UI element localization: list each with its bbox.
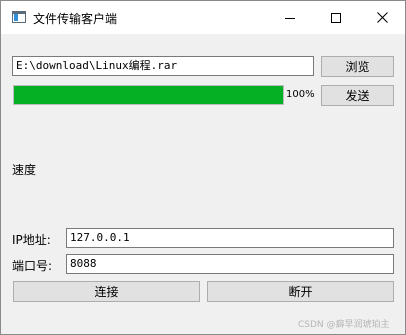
connect-button[interactable]: 连接: [13, 281, 200, 302]
app-icon: [12, 11, 26, 23]
close-button[interactable]: [359, 1, 405, 34]
progress-percent: 100%: [286, 89, 315, 100]
maximize-icon: [331, 12, 341, 23]
progress-fill: [14, 86, 283, 104]
minimize-button[interactable]: [267, 1, 313, 34]
close-icon: [376, 12, 388, 23]
window-title: 文件传输客户端: [33, 12, 118, 26]
ip-label: IP地址:: [12, 233, 51, 247]
ip-address-field[interactable]: 127.0.0.1: [66, 228, 394, 248]
speed-label: 速度: [12, 163, 37, 177]
port-label: 端口号:: [12, 259, 53, 273]
browse-button[interactable]: 浏览: [321, 56, 394, 77]
client-window: 文件传输客户端 E:\download\Linux编程.rar 浏览 100% …: [0, 0, 406, 335]
send-button[interactable]: 发送: [321, 85, 394, 106]
maximize-button[interactable]: [313, 1, 359, 34]
file-path-field[interactable]: E:\download\Linux编程.rar: [12, 56, 314, 76]
progress-bar: [13, 85, 284, 105]
csdn-watermark: CSDN @癖早润琥珀主: [298, 320, 390, 330]
port-field[interactable]: 8088: [66, 254, 394, 274]
disconnect-button[interactable]: 断开: [207, 281, 394, 302]
title-bar[interactable]: 文件传输客户端: [1, 1, 405, 34]
minimize-icon: [285, 17, 295, 19]
